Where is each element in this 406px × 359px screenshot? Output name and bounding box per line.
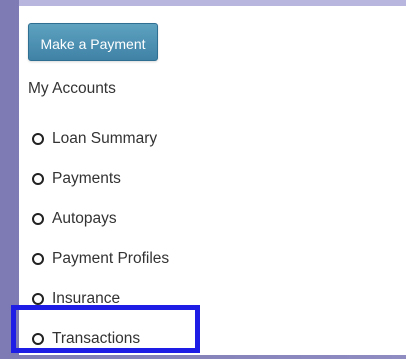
nav-item-label: Payment Profiles xyxy=(52,250,170,267)
nav-item-transactions[interactable]: Transactions xyxy=(28,319,169,359)
accounts-nav-list: Loan Summary Payments Autopays Payment P… xyxy=(28,119,169,359)
nav-item-autopays[interactable]: Autopays xyxy=(28,199,169,239)
panel-top-border xyxy=(19,0,406,6)
nav-item-payment-profiles[interactable]: Payment Profiles xyxy=(28,239,169,279)
circle-icon xyxy=(32,253,44,265)
circle-icon xyxy=(32,133,44,145)
circle-icon xyxy=(32,213,44,225)
circle-icon xyxy=(32,293,44,305)
circle-icon xyxy=(32,173,44,185)
nav-item-label: Loan Summary xyxy=(52,130,158,147)
make-payment-button[interactable]: Make a Payment xyxy=(28,23,158,61)
nav-item-insurance[interactable]: Insurance xyxy=(28,279,169,319)
my-accounts-heading: My Accounts xyxy=(28,80,116,97)
nav-item-label: Insurance xyxy=(52,290,121,307)
nav-item-payments[interactable]: Payments xyxy=(28,159,169,199)
nav-item-label: Autopays xyxy=(52,210,117,227)
nav-item-label: Transactions xyxy=(52,330,141,347)
circle-icon xyxy=(32,333,44,345)
accounts-panel: Make a Payment My Accounts Loan Summary … xyxy=(19,0,406,355)
nav-item-loan-summary[interactable]: Loan Summary xyxy=(28,119,169,159)
nav-item-label: Payments xyxy=(52,170,121,187)
